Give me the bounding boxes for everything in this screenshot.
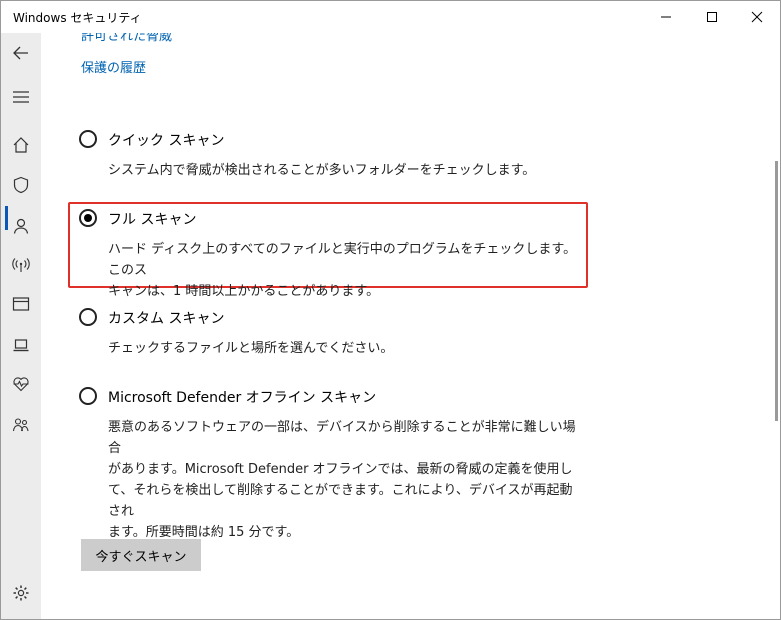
quick-scan-label[interactable]: クイック スキャン [108, 130, 224, 150]
full-scan-label[interactable]: フル スキャン [108, 209, 196, 229]
maximize-button[interactable] [689, 1, 735, 33]
sidebar-item-virus-protection[interactable] [1, 167, 41, 203]
description-line: て、それらを検出して削除することができます。これにより、デバイスが再起動され [108, 483, 573, 519]
window-title: Windows セキュリティ [13, 11, 142, 25]
person-icon [13, 218, 29, 234]
description-line: システム内で脅威が検出されることが多いフォルダーをチェックします。 [108, 163, 536, 178]
close-button[interactable] [734, 1, 780, 33]
back-button[interactable] [1, 35, 41, 71]
close-icon [751, 11, 763, 23]
hamburger-menu-icon [13, 91, 29, 103]
gear-icon [13, 585, 29, 601]
title-bar: Windows セキュリティ [1, 1, 780, 33]
custom-scan-description: チェックするファイルと場所を選んでください。 [108, 338, 578, 359]
back-arrow-icon [13, 46, 28, 60]
laptop-icon [13, 339, 29, 352]
description-line: 悪意のあるソフトウェアの一部は、デバイスから削除することが非常に難しい場合 [108, 420, 576, 456]
sidebar-item-device-health[interactable] [1, 366, 41, 402]
quick-scan-radio[interactable] [79, 130, 97, 148]
family-icon [12, 418, 29, 432]
main-content: 許可された脅威 保護の履歴 クイック スキャン システム内で脅威が検出されること… [41, 33, 780, 619]
sidebar [1, 33, 41, 619]
offline-scan-radio[interactable] [79, 387, 97, 405]
minimize-icon [661, 16, 671, 18]
scrollbar-thumb[interactable] [775, 161, 778, 421]
app-window: Windows セキュリティ 許可された脅威 保護の履歴 クイック スキャン シ… [0, 0, 781, 620]
offline-scan-label[interactable]: Microsoft Defender オフライン スキャン [108, 387, 376, 407]
sidebar-item-account-protection[interactable] [1, 208, 41, 244]
browser-window-icon [12, 297, 30, 311]
protection-history-link[interactable]: 保護の履歴 [81, 57, 146, 76]
quick-scan-description: システム内で脅威が検出されることが多いフォルダーをチェックします。 [108, 160, 578, 181]
custom-scan-radio[interactable] [79, 308, 97, 326]
sidebar-item-firewall[interactable] [1, 247, 41, 283]
sidebar-item-device-security[interactable] [1, 327, 41, 363]
wireless-antenna-icon [12, 258, 30, 272]
scan-now-button[interactable]: 今すぐスキャン [81, 539, 201, 571]
full-scan-radio[interactable] [79, 209, 97, 227]
custom-scan-label[interactable]: カスタム スキャン [108, 308, 224, 328]
minimize-button[interactable] [643, 1, 689, 33]
description-line: チェックするファイルと場所を選んでください。 [108, 341, 394, 356]
full-scan-description: ハード ディスク上のすべてのファイルと実行中のプログラムをチェックします。このス… [108, 239, 578, 302]
sidebar-item-app-browser-control[interactable] [1, 286, 41, 322]
description-line: キャンは、1 時間以上かかることがあります。 [108, 284, 380, 299]
shield-icon [13, 176, 29, 194]
heart-pulse-icon [13, 377, 29, 392]
description-line: があります。Microsoft Defender オフラインでは、最新の脅威の定… [108, 462, 573, 477]
maximize-icon [707, 12, 717, 22]
offline-scan-description: 悪意のあるソフトウェアの一部は、デバイスから削除することが非常に難しい場合 があ… [108, 417, 578, 543]
sidebar-item-home[interactable] [1, 127, 41, 163]
radio-dot [84, 214, 92, 222]
home-icon [13, 137, 29, 153]
description-line: ハード ディスク上のすべてのファイルと実行中のプログラムをチェックします。このス [108, 242, 577, 278]
sidebar-item-settings[interactable] [1, 575, 41, 611]
sidebar-item-family-options[interactable] [1, 407, 41, 443]
menu-button[interactable] [1, 79, 41, 115]
allowed-threats-link[interactable]: 許可された脅威 [81, 33, 172, 44]
